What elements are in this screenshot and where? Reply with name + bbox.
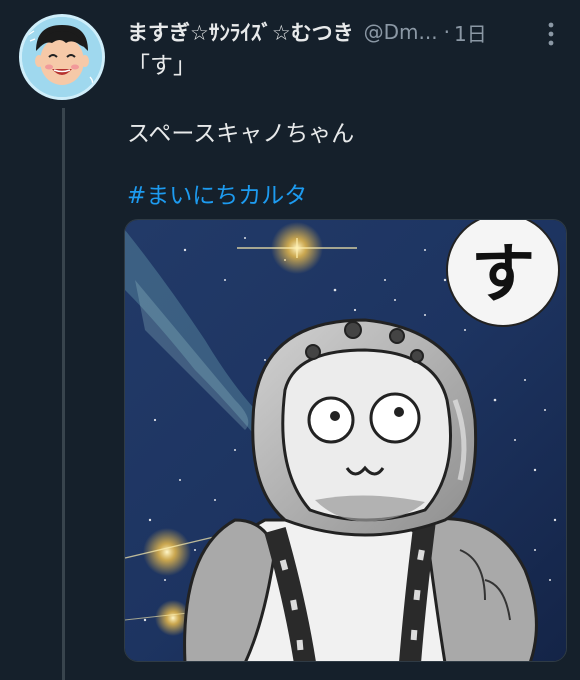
avatar[interactable] (19, 14, 105, 100)
tweet-image[interactable]: す (124, 219, 567, 662)
hashtag-link[interactable]: #まいにちカルタ (127, 176, 307, 210)
display-name[interactable]: ますぎ☆ｻﾝﾗｲｽﾞ☆むつき (127, 17, 354, 47)
separator-dot: · (443, 20, 450, 44)
tweet[interactable]: ますぎ☆ｻﾝﾗｲｽﾞ☆むつき @Dm... · 1日 「す」 スペースキャノちゃ… (0, 0, 580, 680)
illustration: す (125, 220, 566, 661)
more-vertical-icon[interactable] (545, 20, 557, 48)
timestamp[interactable]: 1日 (454, 18, 487, 47)
handle[interactable]: @Dm... (364, 20, 438, 44)
thread-line (62, 108, 65, 680)
tweet-header: ますぎ☆ｻﾝﾗｲｽﾞ☆むつき @Dm... · 1日 (127, 17, 560, 47)
tweet-text: 「す」 スペースキャノちゃん (127, 53, 355, 147)
avatar-icon (22, 17, 102, 97)
karuta-letter: す (471, 238, 535, 312)
